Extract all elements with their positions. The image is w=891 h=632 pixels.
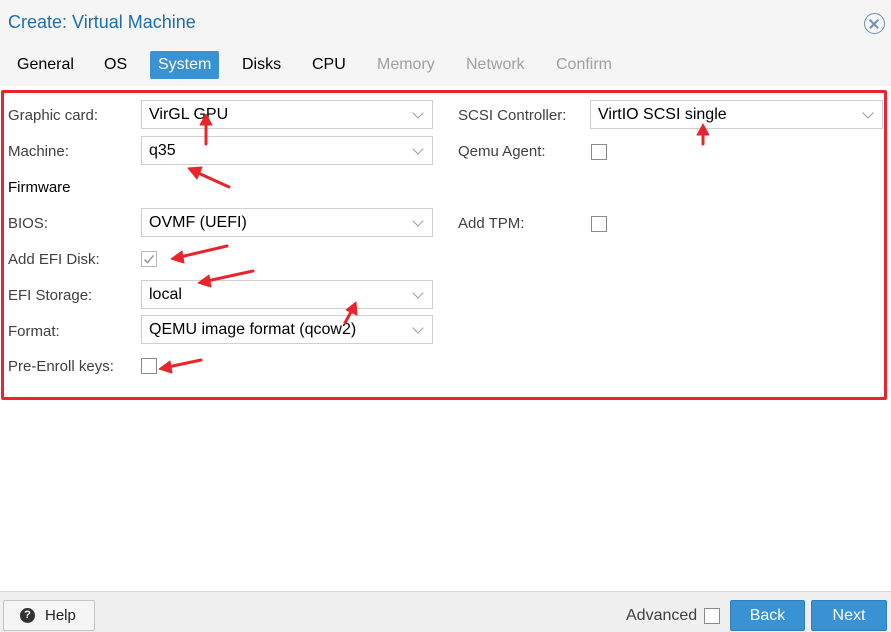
efi-storage-value: local xyxy=(149,286,182,303)
graphic-card-select[interactable]: VirGL GPU xyxy=(141,100,433,129)
format-value: QEMU image format (qcow2) xyxy=(149,321,357,338)
add-tpm-checkbox[interactable] xyxy=(591,216,607,232)
system-panel: Graphic card: VirGL GPU Machine: q35 Fir… xyxy=(0,86,891,591)
bios-value: OVMF (UEFI) xyxy=(149,214,247,231)
chevron-down-icon[interactable] xyxy=(412,107,424,119)
help-button[interactable]: ? Help xyxy=(3,600,95,631)
add-efi-disk-checkbox[interactable] xyxy=(141,251,157,267)
tab-confirm: Confirm xyxy=(556,56,613,73)
scsi-controller-value: VirtIO SCSI single xyxy=(598,106,727,123)
chevron-down-icon[interactable] xyxy=(412,322,424,334)
help-button-label: Help xyxy=(45,607,76,624)
chevron-down-icon[interactable] xyxy=(412,143,424,155)
machine-label: Machine: xyxy=(8,143,69,160)
qemu-agent-label: Qemu Agent: xyxy=(458,143,546,160)
tab-cpu[interactable]: CPU xyxy=(304,51,354,79)
efi-storage-label: EFI Storage: xyxy=(8,287,93,304)
chevron-down-icon[interactable] xyxy=(412,215,424,227)
close-icon[interactable] xyxy=(864,13,885,34)
annotation-highlight-box xyxy=(1,90,887,400)
chevron-down-icon[interactable] xyxy=(862,107,874,119)
graphic-card-value: VirGL GPU xyxy=(149,106,229,123)
machine-select[interactable]: q35 xyxy=(141,136,433,165)
machine-value: q35 xyxy=(149,142,176,159)
format-select[interactable]: QEMU image format (qcow2) xyxy=(141,315,433,344)
tab-memory: Memory xyxy=(377,56,435,73)
wizard-tabs: General OS System Disks CPU Memory Netwo… xyxy=(0,44,891,86)
back-button[interactable]: Back xyxy=(730,600,805,631)
tab-system[interactable]: System xyxy=(150,51,220,79)
graphic-card-label: Graphic card: xyxy=(8,107,99,124)
scsi-controller-label: SCSI Controller: xyxy=(458,107,567,124)
efi-storage-select[interactable]: local xyxy=(141,280,433,309)
tab-os[interactable]: OS xyxy=(96,51,135,79)
tab-general[interactable]: General xyxy=(9,51,82,79)
wizard-footer: ? Help Advanced Back Next xyxy=(0,591,891,632)
window-title: Create: Virtual Machine xyxy=(8,12,196,32)
checkmark-icon xyxy=(143,254,155,264)
add-efi-disk-label: Add EFI Disk: xyxy=(8,251,100,268)
pre-enroll-keys-label: Pre-Enroll keys: xyxy=(8,358,114,375)
qemu-agent-checkbox[interactable] xyxy=(591,144,607,160)
next-button[interactable]: Next xyxy=(811,600,887,631)
format-label: Format: xyxy=(8,323,60,340)
add-tpm-label: Add TPM: xyxy=(458,215,525,232)
tab-network: Network xyxy=(466,56,525,73)
window-titlebar: Create: Virtual Machine xyxy=(0,0,891,44)
chevron-down-icon[interactable] xyxy=(412,287,424,299)
bios-label: BIOS: xyxy=(8,215,49,232)
bios-select[interactable]: OVMF (UEFI) xyxy=(141,208,433,237)
pre-enroll-keys-checkbox[interactable] xyxy=(141,358,157,374)
firmware-heading: Firmware xyxy=(8,179,71,196)
advanced-label: Advanced xyxy=(626,607,698,624)
scsi-controller-select[interactable]: VirtIO SCSI single xyxy=(590,100,883,129)
question-circle-icon: ? xyxy=(20,608,35,623)
advanced-checkbox[interactable] xyxy=(704,608,720,624)
tab-disks[interactable]: Disks xyxy=(234,51,289,79)
